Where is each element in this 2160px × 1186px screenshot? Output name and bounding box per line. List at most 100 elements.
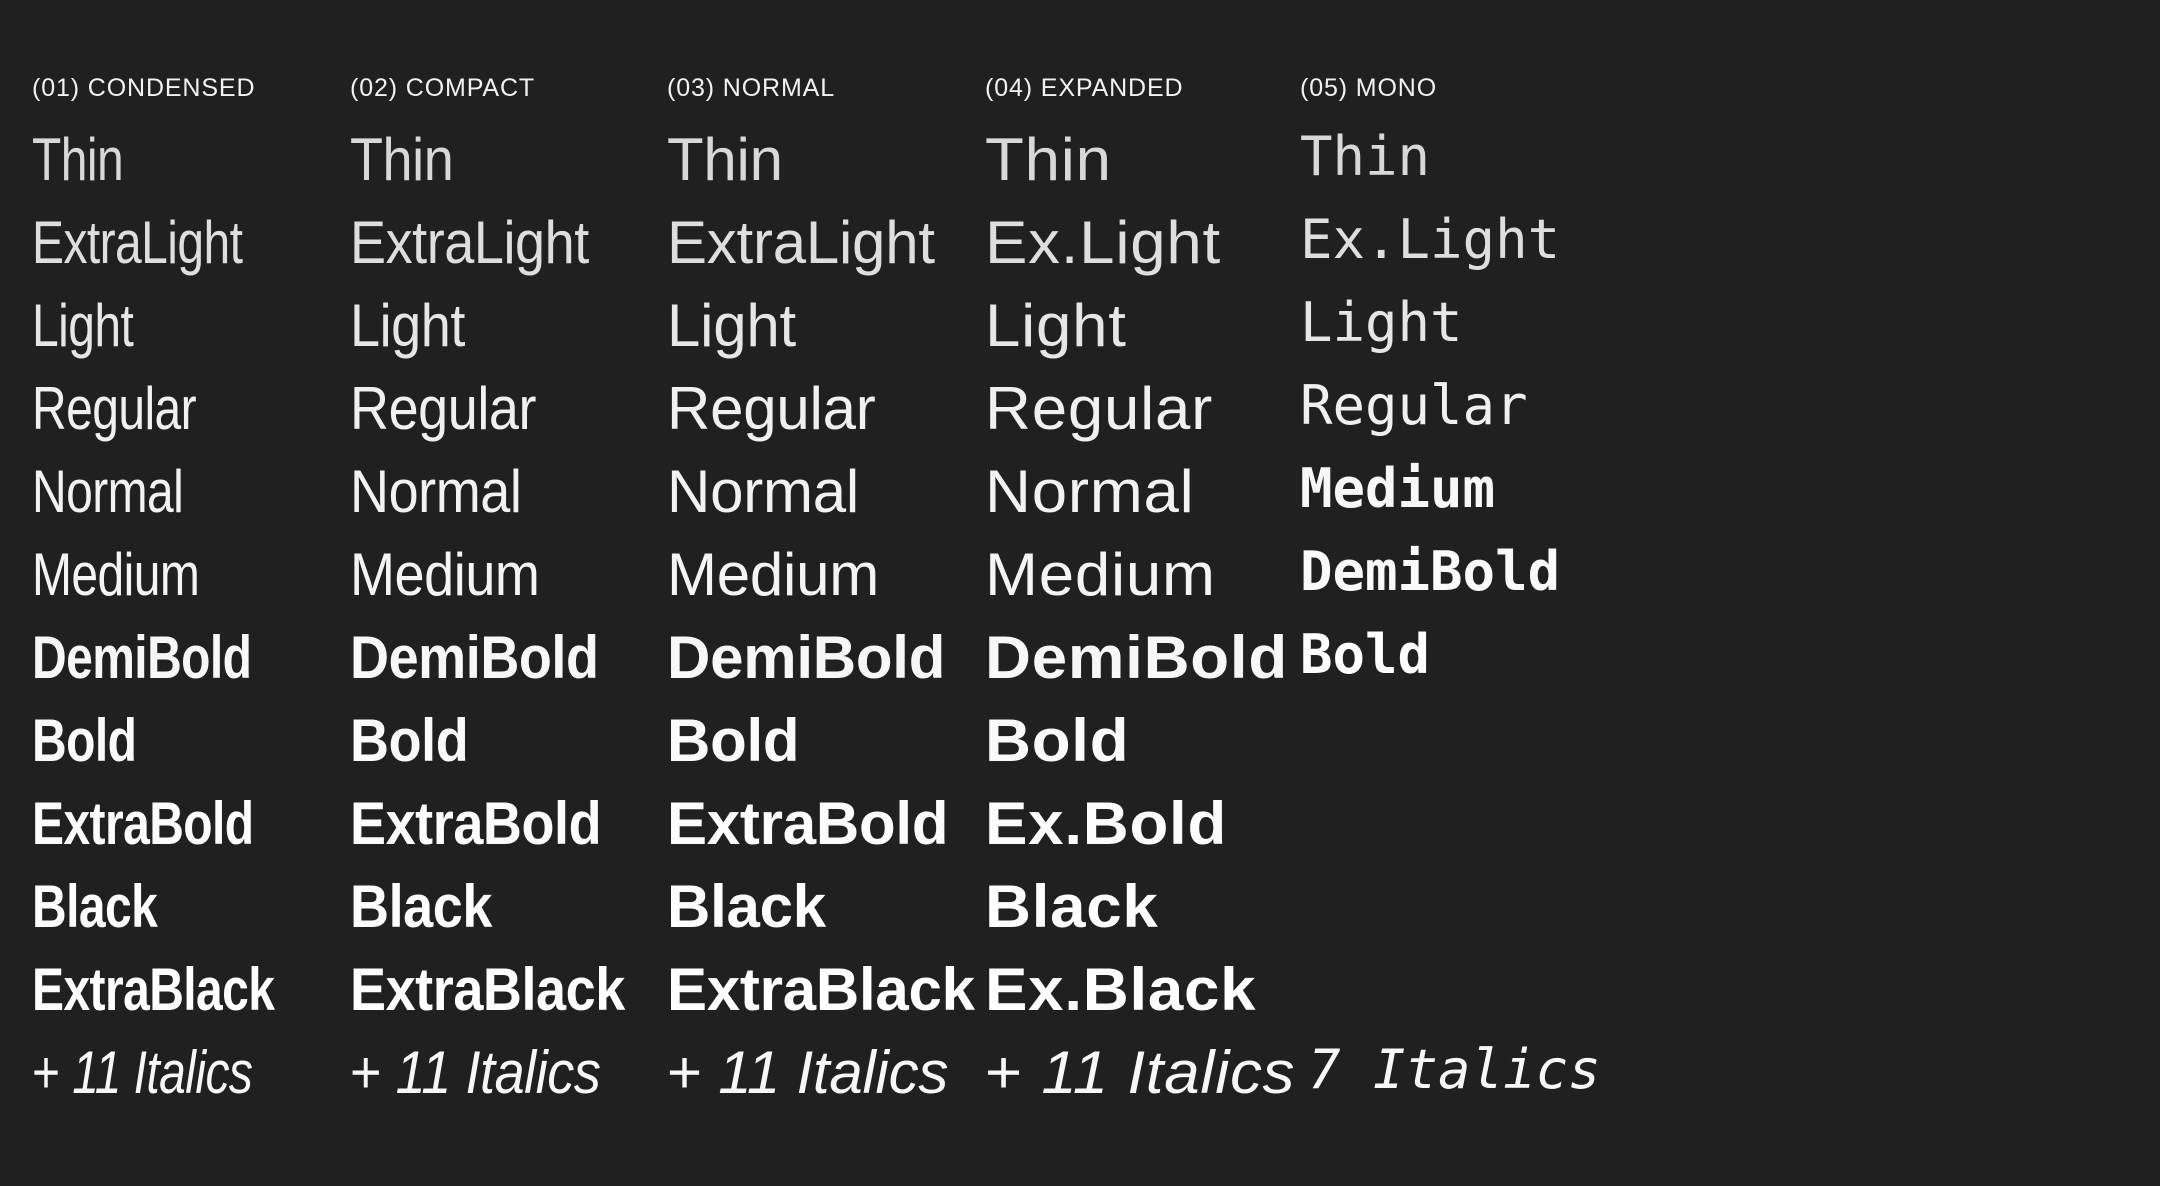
italics-plus-sign: + — [350, 1039, 396, 1106]
column-header-compact: (02) COMPACT — [350, 74, 536, 102]
weight-label: Thin — [32, 126, 124, 193]
specimen-column-compact: (02) COMPACT Thin ExtraLight Light Regul… — [350, 0, 660, 1186]
weight-row: DemiBold — [985, 628, 1295, 711]
weight-label: Light — [667, 292, 796, 359]
weight-row: Regular — [1300, 379, 1720, 462]
weight-list-normal: Thin ExtraLight Light Regular Normal Med… — [667, 130, 977, 1043]
weight-row: ExtraBlack — [32, 960, 342, 1043]
weight-row: ExtraBold — [32, 794, 342, 877]
weight-label: Regular — [1300, 374, 1528, 437]
weight-row: Medium — [1300, 462, 1720, 545]
weight-row: Ex.Black — [985, 960, 1295, 1043]
weight-row: Black — [32, 877, 342, 960]
weight-label: ExtraBlack — [350, 956, 625, 1023]
weight-label: ExtraBold — [32, 790, 254, 857]
weight-list-mono: Thin Ex.Light Light Regular Medium DemiB… — [1300, 130, 1720, 711]
weight-label: Medium — [985, 541, 1216, 608]
italics-count-label: 7 Italics — [1308, 1038, 1601, 1101]
specimen-column-condensed: (01) CONDENSED Thin ExtraLight Light Reg… — [32, 0, 342, 1186]
weight-label: Light — [1300, 291, 1463, 354]
weight-row: Normal — [350, 462, 660, 545]
weight-label: ExtraBold — [350, 790, 602, 857]
weight-label: Bold — [1300, 623, 1431, 686]
italics-footer-mono: 7 Italics — [1308, 1043, 1601, 1126]
weight-row: Light — [32, 296, 342, 379]
weight-label: Medium — [32, 541, 200, 608]
weight-list-condensed: Thin ExtraLight Light Regular Normal Med… — [32, 130, 342, 1043]
weight-row: Thin — [1300, 130, 1720, 213]
weight-row: Normal — [985, 462, 1295, 545]
column-header-mono: (05) MONO — [1300, 74, 1438, 102]
weight-label: DemiBold — [985, 624, 1288, 691]
weight-label: Black — [350, 873, 492, 940]
weight-row: DemiBold — [32, 628, 342, 711]
weight-row: Regular — [350, 379, 660, 462]
weight-label: Medium — [350, 541, 540, 608]
weight-row: Regular — [985, 379, 1295, 462]
weight-row: ExtraLight — [32, 213, 342, 296]
weight-label: Bold — [350, 707, 469, 774]
italics-footer-condensed: + 11 Italics — [32, 1043, 307, 1126]
weight-label: Normal — [32, 458, 184, 525]
italics-count-label: 11 Italics — [395, 1039, 601, 1106]
font-specimen-sheet: (01) CONDENSED Thin ExtraLight Light Reg… — [0, 0, 2160, 1186]
weight-row: Ex.Light — [1300, 213, 1720, 296]
weight-label: Light — [350, 292, 465, 359]
weight-row: Black — [985, 877, 1295, 960]
weight-row: Light — [350, 296, 660, 379]
weight-label: ExtraLight — [32, 209, 243, 276]
weight-label: Ex.Light — [985, 209, 1221, 276]
weight-label: Thin — [667, 126, 783, 193]
weight-row: Bold — [667, 711, 977, 794]
weight-label: ExtraLight — [350, 209, 589, 276]
weight-label: Thin — [350, 126, 454, 193]
weight-label: Thin — [1300, 125, 1431, 188]
weight-row: ExtraBold — [350, 794, 660, 877]
weight-row: Thin — [32, 130, 342, 213]
specimen-column-normal: (03) NORMAL Thin ExtraLight Light Regula… — [667, 0, 977, 1186]
weight-label: Medium — [1300, 457, 1496, 520]
weight-label: ExtraBlack — [32, 956, 275, 1023]
weight-row: Regular — [667, 379, 977, 462]
weight-row: Medium — [667, 545, 977, 628]
column-header-expanded: (04) EXPANDED — [985, 74, 1184, 102]
weight-label: Bold — [32, 707, 137, 774]
weight-row: Medium — [32, 545, 342, 628]
weight-row: ExtraBlack — [350, 960, 660, 1043]
weight-label: Black — [667, 873, 826, 940]
weight-row: Bold — [1300, 628, 1720, 711]
weight-label: DemiBold — [1300, 540, 1561, 603]
weight-row: ExtraLight — [667, 213, 977, 296]
weight-row: ExtraBold — [667, 794, 977, 877]
italics-footer-normal: + 11 Italics — [667, 1043, 948, 1126]
weight-label: Light — [32, 292, 134, 359]
column-header-condensed: (01) CONDENSED — [32, 74, 256, 102]
weight-row: Bold — [350, 711, 660, 794]
weight-label: Bold — [667, 707, 800, 774]
weight-label: Ex.Black — [985, 956, 1257, 1023]
weight-row: Normal — [667, 462, 977, 545]
weight-label: Regular — [985, 375, 1214, 442]
weight-row: Bold — [32, 711, 342, 794]
weight-row: Light — [985, 296, 1295, 379]
weight-row: Medium — [985, 545, 1295, 628]
weight-label: Normal — [667, 458, 859, 525]
weight-row: Ex.Bold — [985, 794, 1295, 877]
weight-row: Regular — [32, 379, 342, 462]
weight-row: Normal — [32, 462, 342, 545]
specimen-column-expanded: (04) EXPANDED Thin Ex.Light Light Regula… — [985, 0, 1295, 1186]
weight-row: ExtraLight — [350, 213, 660, 296]
weight-row: DemiBold — [667, 628, 977, 711]
italics-footer-compact: + 11 Italics — [350, 1043, 628, 1126]
italics-plus-sign: + — [985, 1039, 1042, 1106]
weight-label: Regular — [350, 375, 537, 442]
weight-row: ExtraBlack — [667, 960, 977, 1043]
weight-label: ExtraBold — [667, 790, 949, 857]
weight-row: Ex.Light — [985, 213, 1295, 296]
weight-label: Regular — [667, 375, 876, 442]
weight-label: Thin — [985, 126, 1112, 193]
weight-label: Light — [985, 292, 1127, 359]
weight-row: Light — [1300, 296, 1720, 379]
weight-row: DemiBold — [1300, 545, 1720, 628]
weight-label: Regular — [32, 375, 197, 442]
